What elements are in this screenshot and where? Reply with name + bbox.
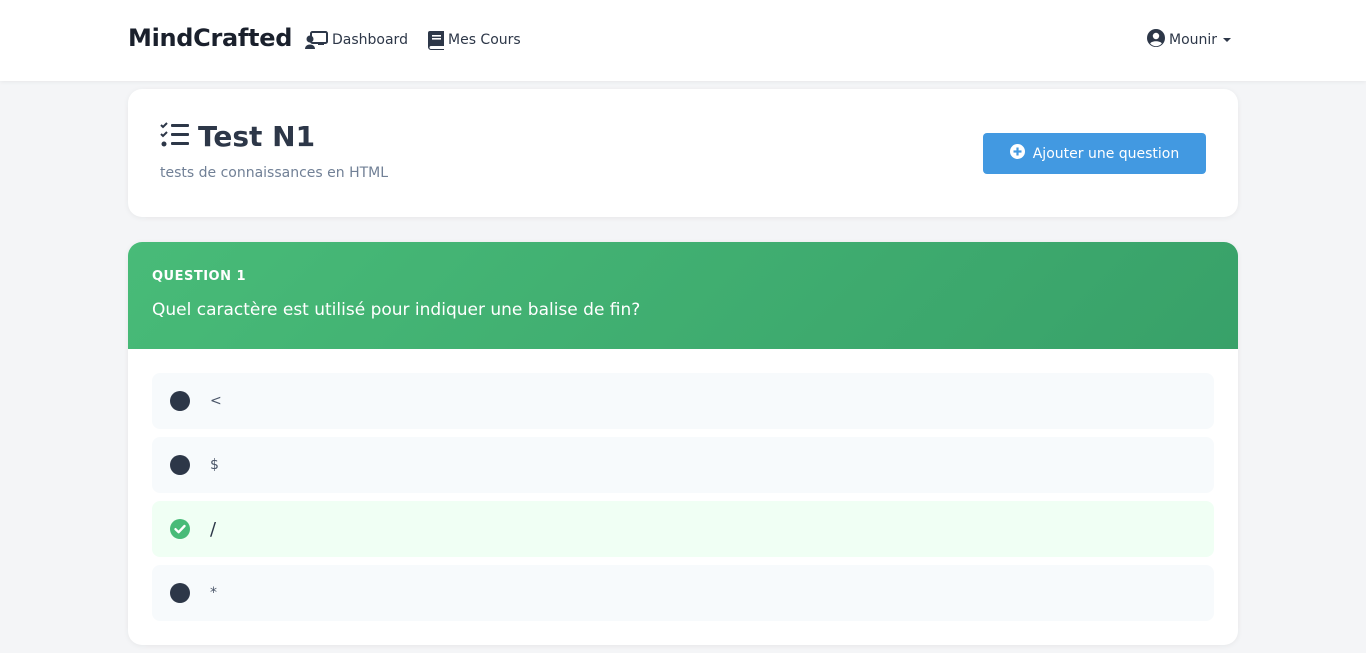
plus-circle-icon (1009, 144, 1025, 163)
nav-dashboard-label: Dashboard (332, 32, 408, 48)
bullet-icon (170, 583, 190, 603)
check-circle-icon (170, 519, 190, 539)
test-description: tests de connaissances en HTML (160, 165, 389, 181)
user-name-label: Mounir (1169, 32, 1218, 48)
navbar: MindCrafted Dashboard Mes Cours Mounir (0, 0, 1366, 81)
answer-option[interactable]: $ (152, 437, 1214, 493)
chalkboard-teacher-icon (305, 31, 328, 49)
test-title: Test N1 (160, 120, 315, 153)
question-card: QUESTION 1 Quel caractère est utilisé po… (128, 242, 1238, 645)
answer-option-correct[interactable]: / (152, 501, 1214, 557)
nav-mes-cours-link[interactable]: Mes Cours (428, 30, 521, 50)
tasks-list-icon (160, 121, 190, 152)
answer-text: < (210, 393, 222, 409)
test-title-text: Test N1 (198, 120, 316, 153)
bullet-icon (170, 455, 190, 475)
answer-option[interactable]: < (152, 373, 1214, 429)
answer-option[interactable]: * (152, 565, 1214, 621)
add-question-label: Ajouter une question (1032, 145, 1180, 162)
bullet-icon (170, 391, 190, 411)
nav-dashboard-link[interactable]: Dashboard (305, 30, 408, 50)
brand-logo[interactable]: MindCrafted (128, 24, 292, 52)
question-header: QUESTION 1 Quel caractère est utilisé po… (128, 242, 1238, 349)
user-circle-icon (1147, 29, 1165, 51)
user-menu-dropdown[interactable]: Mounir (1147, 29, 1232, 51)
caret-down-icon (1223, 38, 1232, 42)
answer-text: * (210, 585, 217, 601)
test-header-card: Test N1 tests de connaissances en HTML A… (128, 89, 1238, 217)
answer-text: $ (210, 457, 219, 473)
answer-text: / (210, 518, 217, 540)
question-text: Quel caractère est utilisé pour indiquer… (152, 300, 641, 320)
question-number: QUESTION 1 (152, 269, 247, 284)
add-question-button[interactable]: Ajouter une question (983, 133, 1206, 174)
nav-mes-cours-label: Mes Cours (448, 32, 521, 48)
book-icon (428, 30, 444, 50)
